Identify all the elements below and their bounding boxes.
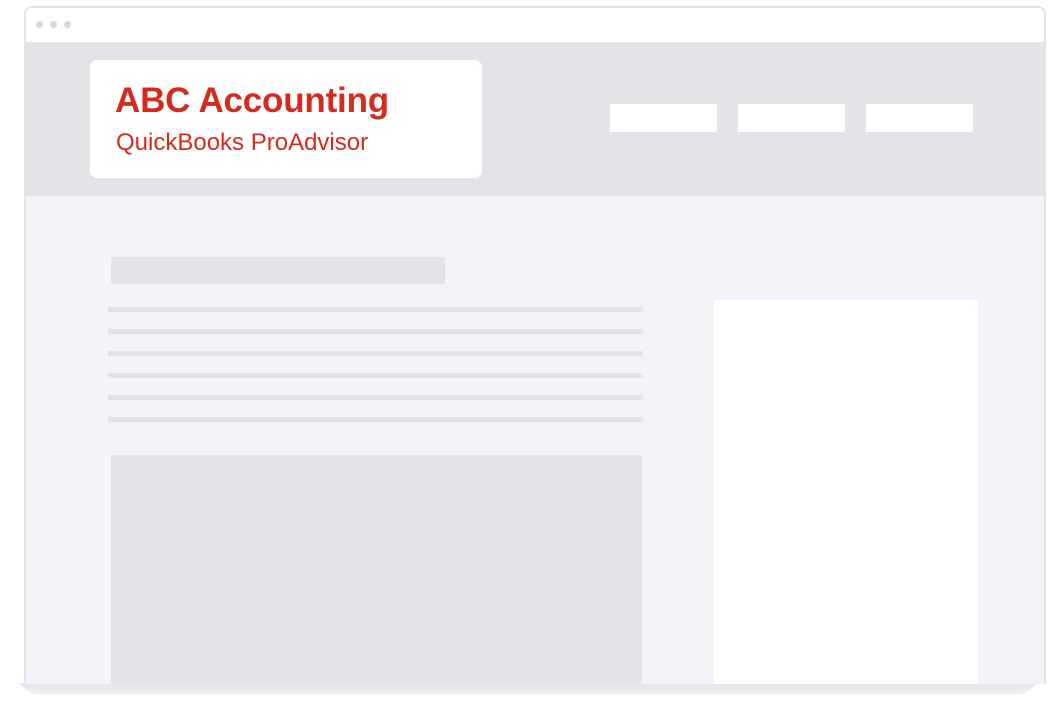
page-content: [26, 196, 1044, 684]
text-line-placeholder: [108, 329, 643, 334]
image-placeholder: [111, 455, 642, 684]
heading-placeholder: [111, 257, 445, 284]
browser-titlebar: [26, 8, 1044, 42]
nav-item-2[interactable]: [738, 104, 845, 132]
close-dot-icon[interactable]: [36, 21, 43, 28]
nav-item-3[interactable]: [866, 104, 973, 132]
window-controls: [36, 21, 71, 28]
text-line-placeholder: [108, 395, 643, 400]
brand-logo-card[interactable]: ABC Accounting QuickBooks ProAdvisor: [90, 60, 482, 178]
brand-tagline: QuickBooks ProAdvisor: [116, 129, 369, 156]
minimize-dot-icon[interactable]: [50, 21, 57, 28]
text-line-placeholder: [108, 417, 643, 422]
brand-name: ABC Accounting: [115, 81, 389, 120]
text-line-placeholder: [108, 307, 643, 312]
text-line-placeholder: [108, 373, 643, 378]
sidebar-card: [714, 300, 978, 684]
site-header: ABC Accounting QuickBooks ProAdvisor: [26, 42, 1044, 196]
browser-window: ABC Accounting QuickBooks ProAdvisor: [24, 6, 1046, 684]
text-line-placeholder: [108, 351, 643, 356]
nav-item-1[interactable]: [610, 104, 717, 132]
window-shadow: [18, 683, 1038, 695]
maximize-dot-icon[interactable]: [64, 21, 71, 28]
